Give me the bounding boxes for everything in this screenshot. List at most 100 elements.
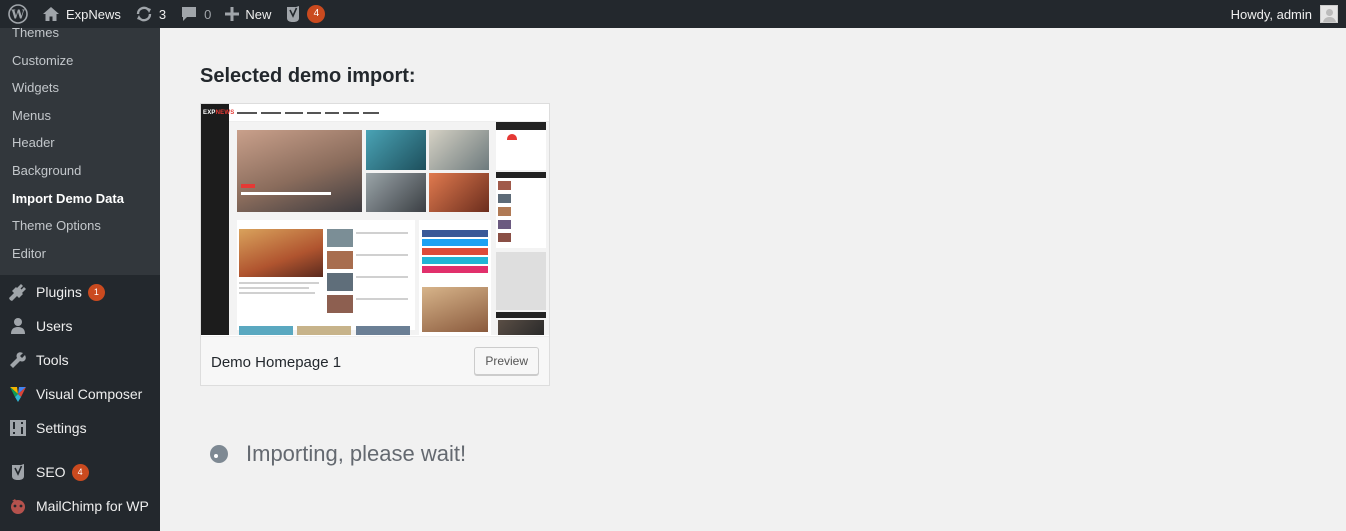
screenshot-headline	[241, 192, 331, 195]
my-account-link[interactable]: Howdy, admin	[1224, 0, 1342, 28]
screenshot-tile	[366, 130, 426, 170]
yoast-icon	[285, 5, 301, 23]
submenu-item-import-demo-data[interactable]: Import Demo Data	[0, 185, 160, 213]
menu-item-seo[interactable]: SEO 4	[0, 455, 160, 489]
screenshot-facebook-bar	[422, 230, 488, 237]
menu-item-users[interactable]: Users	[0, 309, 160, 343]
plus-icon	[225, 7, 240, 21]
screenshot-nav-link	[343, 112, 359, 114]
wrench-icon	[9, 351, 27, 369]
screenshot-tile	[429, 130, 489, 170]
screenshot-categories-title	[496, 312, 546, 318]
screenshot-category-image	[498, 320, 544, 335]
menu-label-tools: Tools	[36, 352, 69, 369]
menu-label-users: Users	[36, 318, 73, 335]
menu-label-visual-composer: Visual Composer	[36, 386, 143, 403]
submenu-item-customize[interactable]: Customize	[0, 47, 160, 75]
seo-notification-badge: 4	[71, 463, 89, 481]
updates-count: 3	[158, 6, 167, 22]
demo-screenshot: EXPNEWS	[201, 104, 549, 335]
seo-badge: 4	[307, 5, 326, 23]
menu-item-visual-composer[interactable]: Visual Composer	[0, 377, 160, 411]
new-label: New	[245, 6, 272, 22]
page-heading: Selected demo import:	[200, 65, 416, 87]
screenshot-logo: EXPNEWS	[203, 110, 235, 116]
screenshot-widget-title	[496, 122, 546, 130]
users-icon	[9, 317, 27, 335]
screenshot-tile	[429, 173, 489, 212]
screenshot-nav-link	[325, 112, 339, 114]
submenu-item-theme-options[interactable]: Theme Options	[0, 212, 160, 240]
screenshot-weather-icon	[507, 134, 517, 140]
screenshot-feature-image	[237, 130, 362, 212]
screenshot-hot-image	[422, 287, 488, 332]
new-content-link[interactable]: New	[218, 0, 278, 28]
comments-count: 0	[204, 6, 212, 22]
home-icon	[42, 6, 60, 22]
import-status: Importing, please wait!	[210, 441, 466, 467]
screenshot-thumb	[327, 251, 353, 269]
screenshot-instagram-bar	[422, 266, 488, 273]
menu-item-tools[interactable]: Tools	[0, 343, 160, 377]
screenshot-nav-link	[363, 112, 379, 114]
seo-link[interactable]: 4	[278, 0, 332, 28]
screenshot-nav-link	[307, 112, 321, 114]
site-name: ExpNews	[66, 6, 121, 22]
menu-label-mailchimp: MailChimp for WP	[36, 498, 149, 515]
comments-link[interactable]: 0	[173, 0, 218, 28]
menu-item-mailchimp[interactable]: MailChimp for WP	[0, 489, 160, 523]
site-name-link[interactable]: ExpNews	[35, 0, 128, 28]
menu-item-plugins[interactable]: Plugins 1	[0, 275, 160, 309]
demo-name: Demo Homepage 1	[211, 354, 342, 371]
howdy-text: Howdy, admin	[1230, 6, 1312, 22]
screenshot-thumb	[327, 229, 353, 247]
status-message: Importing, please wait!	[246, 441, 467, 466]
screenshot-thumb	[327, 273, 353, 291]
plugin-icon	[9, 283, 27, 302]
menu-label-settings: Settings	[36, 420, 87, 437]
screenshot-category-tag	[241, 184, 255, 188]
demo-card[interactable]: EXPNEWS Demo Homepage 1 Preview	[200, 103, 550, 386]
menu-label-plugins: Plugins	[36, 284, 82, 301]
screenshot-thumb	[239, 326, 293, 335]
screenshot-weather-widget	[496, 130, 546, 170]
appearance-submenu: Themes Customize Widgets Menus Header Ba…	[0, 28, 160, 276]
screenshot-vimeo-bar	[422, 257, 488, 264]
visual-composer-icon	[9, 385, 27, 403]
screenshot-logo-sidebar: EXPNEWS	[201, 104, 234, 335]
preview-button[interactable]: Preview	[474, 347, 539, 375]
yoast-icon	[9, 463, 27, 481]
submenu-item-themes[interactable]: Themes	[0, 28, 160, 47]
demo-card-footer: Demo Homepage 1 Preview	[201, 336, 549, 385]
screenshot-thumb	[356, 326, 410, 335]
submenu-item-menus[interactable]: Menus	[0, 102, 160, 130]
screenshot-nav-link	[261, 112, 281, 114]
submenu-item-header[interactable]: Header	[0, 129, 160, 157]
submenu-item-widgets[interactable]: Widgets	[0, 74, 160, 102]
screenshot-tile	[366, 173, 426, 212]
menu-item-settings[interactable]: Settings	[0, 411, 160, 445]
plugins-update-badge: 1	[87, 283, 105, 301]
screenshot-nav-link	[285, 112, 303, 114]
screenshot-ad-block	[496, 252, 546, 310]
admin-sidebar: Themes Customize Widgets Menus Header Ba…	[0, 28, 160, 531]
comment-icon	[180, 6, 198, 22]
screenshot-thumb	[297, 326, 351, 335]
settings-icon	[9, 419, 27, 437]
menu-label-seo: SEO	[36, 464, 66, 481]
screenshot-twitter-bar	[422, 239, 488, 246]
screenshot-article-image	[239, 229, 323, 277]
loading-spinner-icon	[210, 445, 228, 463]
screenshot-nav-link	[237, 112, 257, 114]
submenu-item-editor[interactable]: Editor	[0, 240, 160, 268]
submenu-item-background[interactable]: Background	[0, 157, 160, 185]
avatar	[1320, 5, 1338, 23]
screenshot-thumb	[327, 295, 353, 313]
svg-text:W: W	[10, 8, 25, 22]
updates-link[interactable]: 3	[128, 0, 173, 28]
wordpress-logo-button[interactable]: W	[0, 0, 35, 28]
screenshot-google-bar	[422, 248, 488, 255]
admin-bar: W ExpNews 3 0 New 4 Howdy, admin	[0, 0, 1346, 28]
refresh-icon	[135, 5, 153, 23]
mailchimp-icon	[9, 497, 27, 515]
